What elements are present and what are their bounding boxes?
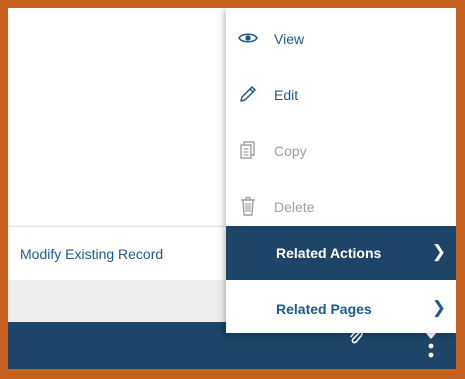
submenu-item-modify-existing-record[interactable]: Modify Existing Record	[20, 227, 163, 281]
menu-item-related-pages[interactable]: Related Pages ❯	[226, 282, 456, 336]
chevron-right-icon: ❯	[431, 242, 446, 261]
trash-icon	[241, 196, 255, 216]
related-actions-submenu: Modify Existing Record	[8, 226, 230, 281]
copy-icon	[240, 141, 255, 159]
menu-item-edit[interactable]: Edit	[226, 68, 456, 122]
menu-item-label: Related Pages	[276, 301, 372, 317]
background-strip	[8, 280, 230, 322]
chevron-right-icon: ❯	[431, 298, 446, 317]
menu-item-label: Copy	[274, 143, 307, 159]
menu-item-label: Related Actions	[276, 245, 382, 261]
menu-item-copy: Copy	[226, 124, 456, 178]
menu-item-view[interactable]: View	[226, 12, 456, 66]
content-area	[8, 8, 226, 223]
screenshot-frame: Modify Existing Record View Edit Copy De…	[8, 8, 456, 369]
menu-item-related-actions[interactable]: Related Actions ❯	[226, 226, 456, 280]
eye-icon	[238, 33, 258, 43]
context-menu: View Edit Copy Delete Related Actions ❯ …	[226, 8, 456, 333]
pencil-icon	[240, 86, 256, 102]
menu-item-label: View	[274, 31, 305, 47]
menu-item-label: Edit	[274, 87, 299, 103]
